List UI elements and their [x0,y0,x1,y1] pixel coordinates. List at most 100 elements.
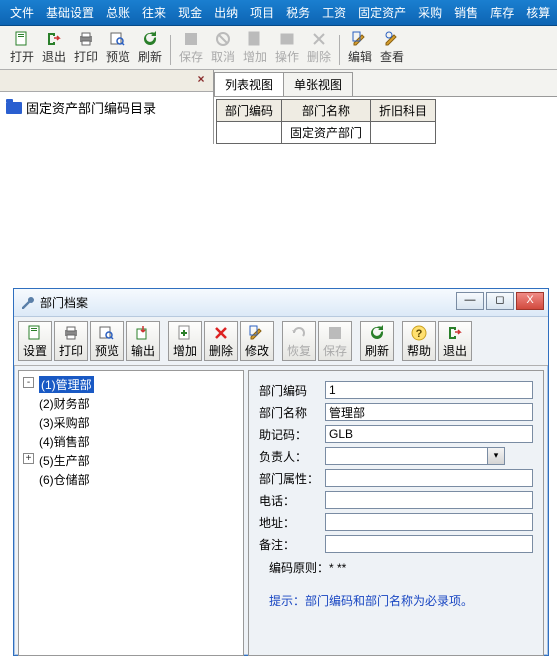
field-label: 部门属性： [259,470,325,487]
tree-item-label: (3)采购部 [39,414,90,431]
dialog-titlebar[interactable]: 部门档案 — ◻ X [14,289,548,317]
cell: 固定资产部门 [282,122,371,144]
col-header[interactable]: 折旧科目 [371,100,436,122]
toolbar-label: 打印 [59,342,83,359]
toolbar-label: 预览 [95,342,119,359]
separator [339,35,340,65]
dlg-toolbar-help-button[interactable]: ?帮助 [402,321,436,361]
tabs: 列表视图 单张视图 [214,70,557,97]
menu-item[interactable]: 固定资产 [352,4,412,21]
tree-item[interactable]: -(1)管理部 [21,375,241,394]
toolbar-label: 编辑 [348,48,372,65]
maximize-button[interactable]: ◻ [486,292,514,310]
menu-item[interactable]: 库存 [484,4,520,21]
menubar: 文件基础设置总账往来现金出纳项目税务工资固定资产采购销售库存核算生 [0,0,557,26]
menu-item[interactable]: 总账 [100,4,136,21]
menu-item[interactable]: 工资 [316,4,352,21]
toolbar-edit-button[interactable]: 编辑 [344,30,376,65]
expand-toggle[interactable]: - [23,377,34,388]
toolbar-exit-button[interactable]: 退出 [38,30,70,65]
toolbar-del-button: 删除 [303,30,335,65]
tree-item[interactable]: (6)仓储部 [21,470,241,489]
dlg-toolbar-doc-button[interactable]: 设置 [18,321,52,361]
menu-item[interactable]: 现金 [172,4,208,21]
toolbar-refresh-button[interactable]: 刷新 [134,30,166,65]
phone-input[interactable] [325,491,533,509]
dept-name-input[interactable] [325,403,533,421]
menu-item[interactable]: 文件 [4,4,40,21]
toolbar-label: 保存 [179,48,203,65]
toolbar-label: 打开 [10,48,34,65]
cell [371,122,436,144]
menu-item[interactable]: 税务 [280,4,316,21]
dlg-toolbar-exit-button[interactable]: 退出 [438,321,472,361]
toolbar-print-button[interactable]: 打印 [70,30,102,65]
tree-root-item[interactable]: 固定资产部门编码目录 [0,92,213,123]
menu-item[interactable]: 核算 [520,4,556,21]
dlg-toolbar-undo-button: 恢复 [282,321,316,361]
left-pane-header: × [0,70,213,92]
close-button[interactable]: X [516,292,544,310]
tree-item-label: (5)生产部 [39,452,90,469]
col-header[interactable]: 部门编码 [217,100,282,122]
tree-item[interactable]: + (5)生产部 [21,451,241,470]
tab-single-view[interactable]: 单张视图 [283,72,353,96]
menu-item[interactable]: 销售 [448,4,484,21]
toolbar-doc-button[interactable]: 打开 [6,30,38,65]
toolbar-label: 增加 [243,48,267,65]
tree-item[interactable]: (3)采购部 [21,413,241,432]
address-input[interactable] [325,513,533,531]
menu-item[interactable]: 项目 [244,4,280,21]
menu-item[interactable]: 基础设置 [40,4,100,21]
toolbar-view-button[interactable]: 查看 [376,30,408,65]
dept-attr-input[interactable] [325,469,533,487]
close-icon[interactable]: × [193,72,209,88]
toolbar-cancel-button: 取消 [207,30,239,65]
table-row[interactable]: 固定资产部门 [217,122,436,144]
dlg-toolbar-delred-button[interactable]: 删除 [204,321,238,361]
encoding-rule-text: 编码原则：* ** [269,559,533,576]
toolbar-label: 预览 [106,48,130,65]
menu-item[interactable]: 采购 [412,4,448,21]
dropdown-button[interactable]: ▾ [487,447,505,465]
hint-text: 提示：部门编码和部门名称为必录项。 [269,592,533,609]
tree-root-label: 固定资产部门编码目录 [26,98,156,117]
menu-item[interactable]: 出纳 [208,4,244,21]
tree-item[interactable]: (2)财务部 [21,394,241,413]
manager-input[interactable] [325,447,488,465]
toolbar-label: 退出 [443,342,467,359]
cell [217,122,282,144]
tree-item[interactable]: (4)销售部 [21,432,241,451]
expand-toggle[interactable]: + [23,453,34,464]
remark-input[interactable] [325,535,533,553]
dlg-toolbar-refresh-button[interactable]: 刷新 [360,321,394,361]
data-grid: 部门编码 部门名称 折旧科目 固定资产部门 [216,99,436,144]
toolbar-label: 退出 [42,48,66,65]
dlg-toolbar-export-button[interactable]: 输出 [126,321,160,361]
field-label: 电话： [259,492,325,509]
menu-item[interactable]: 往来 [136,4,172,21]
minimize-button[interactable]: — [456,292,484,310]
tree-item-label: (2)财务部 [39,395,90,412]
toolbar-ops-button: 操作 [271,30,303,65]
toolbar-label: 保存 [323,342,347,359]
dlg-toolbar-edit-button[interactable]: 修改 [240,321,274,361]
toolbar-save-button: 保存 [175,30,207,65]
toolbar-preview-button[interactable]: 预览 [102,30,134,65]
field-label: 负责人： [259,448,325,465]
dlg-toolbar-preview-button[interactable]: 预览 [90,321,124,361]
right-pane: 列表视图 单张视图 部门编码 部门名称 折旧科目 固定资产部门 [214,70,557,144]
col-header[interactable]: 部门名称 [282,100,371,122]
dlg-toolbar-add-button[interactable]: 增加 [168,321,202,361]
toolbar-label: 取消 [211,48,235,65]
dlg-toolbar-print-button[interactable]: 打印 [54,321,88,361]
field-label: 地址： [259,514,325,531]
tree-item-label: (1)管理部 [39,376,94,393]
department-dialog: 部门档案 — ◻ X 设置打印预览输出增加删除修改恢复保存刷新?帮助退出 -(1… [13,288,549,656]
field-label: 部门编码 [259,382,325,399]
dept-code-input[interactable] [325,381,533,399]
toolbar-label: 恢复 [287,342,311,359]
mnemonic-input[interactable] [325,425,533,443]
toolbar-label: 增加 [173,342,197,359]
tab-list-view[interactable]: 列表视图 [214,72,284,96]
